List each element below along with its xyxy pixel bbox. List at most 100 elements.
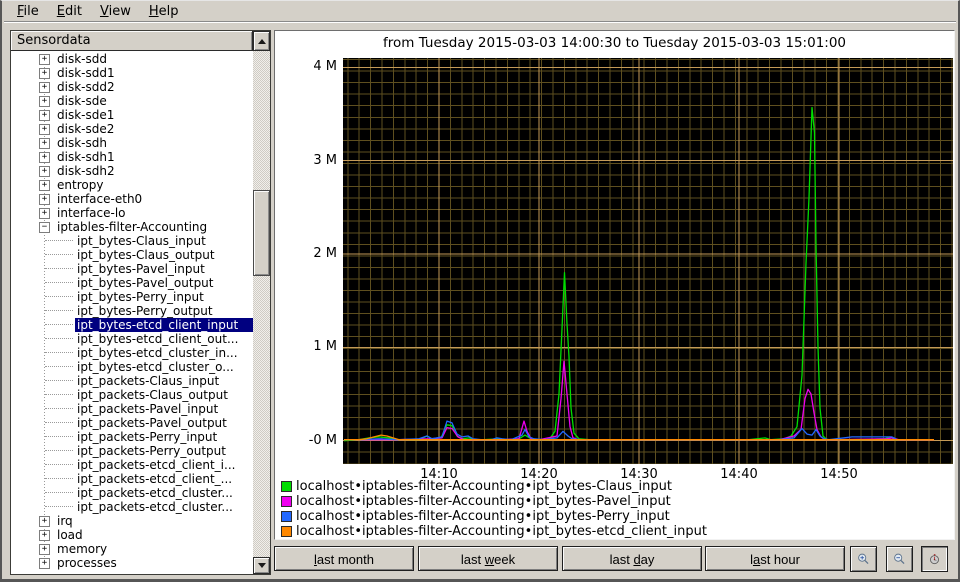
tree-item[interactable]: ipt_bytes-Perry_input xyxy=(12,290,253,304)
y-axis-label: 4 M xyxy=(313,59,337,75)
scrollbar-thumb[interactable] xyxy=(253,190,270,276)
expand-icon[interactable]: + xyxy=(39,109,50,121)
tree-item-label: disk-sdh2 xyxy=(57,164,115,178)
tree-item[interactable]: ipt_packets-etcd_cluster... xyxy=(12,486,253,500)
tree-item[interactable]: + interface-eth0 xyxy=(12,192,253,206)
sensor-tree-panel: Sensordata + disk-sdd + disk-sdd1 + disk-sdd2… xyxy=(10,30,271,575)
tree-item[interactable]: ipt_packets-Perry_output xyxy=(12,444,253,458)
collapse-icon[interactable]: − xyxy=(39,221,50,233)
last-month-button[interactable]: last month xyxy=(274,546,414,571)
scrollbar-trough[interactable] xyxy=(253,51,270,557)
tree-item[interactable]: ipt_packets-etcd_client_i... xyxy=(12,458,253,472)
tree-item[interactable]: + entropy xyxy=(12,178,253,192)
chart-plot[interactable] xyxy=(343,58,953,464)
tree-item[interactable]: + disk-sde2 xyxy=(12,122,253,136)
last-week-button[interactable]: last week xyxy=(418,546,558,571)
tree-branch-line xyxy=(45,254,73,256)
tree-branch-line xyxy=(45,366,73,368)
tree-branch-line xyxy=(45,240,73,242)
legend-swatch xyxy=(281,511,292,522)
realtime-clock-button[interactable] xyxy=(921,546,948,572)
legend-swatch xyxy=(281,481,292,492)
expand-icon[interactable]: + xyxy=(39,151,50,163)
chart-panel: from Tuesday 2015-03-03 14:00:30 to Tues… xyxy=(274,30,955,540)
last-day-button[interactable]: last day xyxy=(562,546,702,571)
tree-item[interactable]: ipt_bytes-etcd_cluster_in... xyxy=(12,346,253,360)
tree-item[interactable]: + disk-sdd1 xyxy=(12,66,253,80)
tree-item-label: disk-sdh1 xyxy=(57,150,115,164)
tree-item-label: ipt_packets-Pavel_output xyxy=(77,416,227,430)
tree-item-label: disk-sdd2 xyxy=(57,80,115,94)
tree-item[interactable]: ipt_bytes-etcd_client_out... xyxy=(12,332,253,346)
expand-icon[interactable]: + xyxy=(39,179,50,191)
clock-icon xyxy=(930,554,939,565)
chart-legend: localhost•iptables-filter-Accounting•ipt… xyxy=(281,479,950,539)
tree-item[interactable]: ipt_bytes-Perry_output xyxy=(12,304,253,318)
expand-icon[interactable]: + xyxy=(39,515,50,527)
tree-item[interactable]: ipt_packets-etcd_cluster... xyxy=(12,500,253,514)
expand-icon[interactable]: + xyxy=(39,529,50,541)
scroll-up-button[interactable] xyxy=(253,31,270,51)
menu-bar: File Edit View Help xyxy=(4,2,956,22)
tree-item[interactable]: ipt_packets-Perry_input xyxy=(12,430,253,444)
tree-branch-line xyxy=(45,492,73,494)
legend-item: localhost•iptables-filter-Accounting•ipt… xyxy=(281,524,950,539)
zoom-in-icon xyxy=(858,553,869,565)
tree-branch-line xyxy=(45,478,73,480)
tree-item[interactable]: + interface-lo xyxy=(12,206,253,220)
tree-branch-line xyxy=(45,352,73,354)
tree-branch-line xyxy=(45,464,73,466)
menu-item-file[interactable]: File xyxy=(8,3,48,21)
expand-icon[interactable]: + xyxy=(39,123,50,135)
tree-item[interactable]: + disk-sdh1 xyxy=(12,150,253,164)
zoom-in-button[interactable] xyxy=(850,546,877,572)
menu-item-edit[interactable]: Edit xyxy=(48,3,91,21)
tree-scrollbar[interactable] xyxy=(253,31,270,574)
tree-item-label: ipt_packets-etcd_cluster... xyxy=(77,500,233,514)
tree-branch-line xyxy=(45,310,73,312)
tree-item[interactable]: ipt_bytes-Claus_input xyxy=(12,234,253,248)
y-axis-label: 2 M xyxy=(313,246,337,261)
tree-item[interactable]: + disk-sdh2 xyxy=(12,164,253,178)
tree-item[interactable]: + disk-sde1 xyxy=(12,108,253,122)
tree-item[interactable]: ipt_bytes-etcd_cluster_o... xyxy=(12,360,253,374)
tree-item[interactable]: + disk-sdh xyxy=(12,136,253,150)
tree-item[interactable]: ipt_packets-Pavel_output xyxy=(12,416,253,430)
expand-icon[interactable]: + xyxy=(39,207,50,219)
tree-item[interactable]: ipt_bytes-Claus_output xyxy=(12,248,253,262)
expand-icon[interactable]: + xyxy=(39,95,50,107)
tree-item[interactable]: + disk-sdd xyxy=(12,52,253,66)
expand-icon[interactable]: + xyxy=(39,67,50,79)
tree-header[interactable]: Sensordata xyxy=(11,31,253,51)
tree-item[interactable]: ipt_bytes-etcd_client_input xyxy=(12,318,253,332)
expand-icon[interactable]: + xyxy=(39,137,50,149)
menu-item-view[interactable]: View xyxy=(91,3,140,21)
tree-branch-line xyxy=(45,394,73,396)
expand-icon[interactable]: + xyxy=(39,165,50,177)
tree-item[interactable]: ipt_packets-Claus_input xyxy=(12,374,253,388)
tree-item[interactable]: + irq xyxy=(12,514,253,528)
tree-item-label: disk-sde xyxy=(57,94,107,108)
last-hour-button[interactable]: last hour xyxy=(705,546,845,571)
tree-item-label: ipt_bytes-Pavel_input xyxy=(77,262,205,276)
tree-item[interactable]: ipt_packets-Claus_output xyxy=(12,388,253,402)
zoom-out-button[interactable] xyxy=(886,546,913,572)
legend-label: localhost•iptables-filter-Accounting•ipt… xyxy=(296,479,672,494)
menu-item-help[interactable]: Help xyxy=(140,3,188,21)
tree-item-label: ipt_bytes-Pavel_output xyxy=(77,276,214,290)
tree-item[interactable]: ipt_packets-Pavel_input xyxy=(12,402,253,416)
x-axis-label: 14:10 xyxy=(420,467,458,482)
expand-icon[interactable]: + xyxy=(39,53,50,65)
tree-item[interactable]: ipt_bytes-Pavel_output xyxy=(12,276,253,290)
tree-item[interactable]: + disk-sde xyxy=(12,94,253,108)
legend-swatch xyxy=(281,526,292,537)
expand-icon[interactable]: + xyxy=(39,193,50,205)
tree-item[interactable]: ipt_packets-etcd_client_... xyxy=(12,472,253,486)
tree-item[interactable]: + load xyxy=(12,528,253,542)
expand-icon[interactable]: + xyxy=(39,81,50,93)
tree-item[interactable]: + disk-sdd2 xyxy=(12,80,253,94)
tree-item-label: disk-sdd1 xyxy=(57,66,115,80)
tree-item[interactable]: ipt_bytes-Pavel_input xyxy=(12,262,253,276)
tree-item-label: ipt_bytes-Claus_input xyxy=(77,234,206,248)
tree-item[interactable]: − iptables-filter-Accounting xyxy=(12,220,253,234)
